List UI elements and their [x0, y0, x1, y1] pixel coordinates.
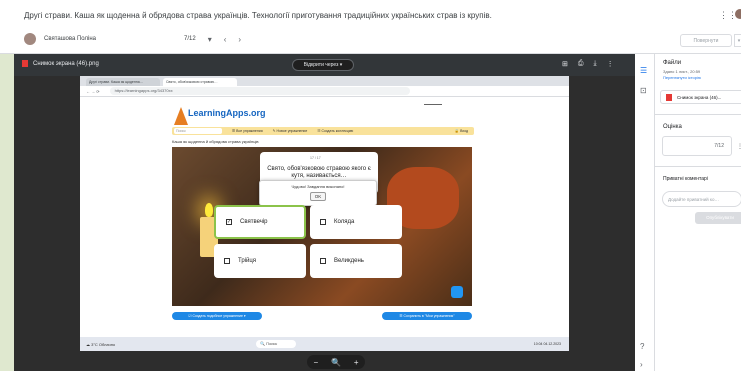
screenshot-image: Другі страви. Каша як щоденна… Свято, об…	[80, 76, 569, 351]
checkbox-icon: ✓	[226, 219, 232, 225]
browser-tab-active: Свято, обов'язковою стравою…	[163, 78, 237, 86]
history-link[interactable]: Переглянути історію	[663, 75, 701, 80]
open-with-button[interactable]: Відкрити через ▾	[292, 59, 354, 71]
taskbar-search: 🔍 Поиск	[256, 340, 296, 348]
popup-text: Чудово! Завдання виконано!	[291, 184, 345, 189]
help-icon[interactable]: ?	[640, 342, 644, 351]
divider	[655, 114, 741, 115]
activity-area: 17 / 17 Свято, обов'язковою стравою яког…	[172, 147, 472, 306]
grade-more-icon[interactable]: ⋮	[737, 143, 741, 150]
expand-icon[interactable]: ›	[640, 360, 643, 369]
viewer-file-title: Снимок экрана (46).png	[22, 60, 99, 67]
print-icon[interactable]: ⎙	[578, 60, 584, 68]
success-popup: Чудово! Завдання виконано! OK	[259, 180, 377, 206]
more-icon[interactable]: ⋮	[607, 60, 614, 68]
student-avatar	[24, 33, 36, 45]
menu-item: ✎ Новое упражнение	[272, 129, 308, 133]
image-file-icon	[22, 60, 28, 67]
student-name[interactable]: Святашова Поліна	[44, 36, 184, 42]
student-selector: Святашова Поліна 7/12 ▾ ‹ ›	[24, 32, 253, 46]
menu-item: ☷ Создать коллекцию	[317, 129, 354, 133]
answer-label: Коляда	[334, 219, 355, 225]
checkbox-icon	[320, 219, 326, 225]
info-tab-icon[interactable]: ⊡	[640, 86, 647, 95]
zoom-controls: − 🔍 +	[307, 355, 365, 369]
taskbar-weather: ☁ 3°C Облачно	[86, 341, 116, 347]
learningapps-page: LearningApps.org ▬▬▬▬▬▬ Поиск ☰ Все упра…	[80, 97, 569, 337]
checkbox-icon	[320, 258, 326, 264]
submission-counter: 7/12	[184, 36, 196, 42]
zoom-icon: 🔍	[331, 357, 341, 367]
return-button[interactable]: Повернути	[680, 34, 732, 47]
divider	[655, 166, 741, 167]
files-meta: Здано 1 лист., 20:59	[663, 69, 701, 74]
grade-input[interactable]: 7/12	[662, 136, 732, 156]
viewer-actions: ⊞ ⎙ ⤓ ⋮	[562, 60, 614, 68]
zoom-out-icon[interactable]: −	[313, 358, 318, 367]
files-tab-icon[interactable]: ☰	[640, 66, 647, 75]
taskbar-clock: 10:04 04.12.2023	[533, 342, 561, 346]
answer-option: Коляда	[310, 205, 402, 239]
attachment-chip[interactable]: Снимок экрана (46)...	[660, 90, 741, 104]
add-to-drive-icon[interactable]: ⊞	[562, 60, 568, 68]
activity-title: Каша як щоденна й обрядова страва україн…	[172, 139, 259, 144]
attachment-name: Снимок экрана (46)...	[677, 94, 722, 100]
top-bar: Другі страви. Каша як щоденна й обрядова…	[0, 0, 741, 54]
logo-mark-icon	[174, 107, 188, 125]
site-logo: LearningApps.org	[188, 108, 266, 118]
save-exercise-button: ☰ Сохранить в "Мои упражнения"	[382, 312, 472, 320]
student-dropdown-icon[interactable]: ▾	[208, 35, 212, 44]
answer-option: ✓ Святвечір	[214, 205, 306, 239]
file-viewer: Снимок экрана (46).png Відкрити через ▾ …	[14, 54, 635, 371]
url-text: https://learningapps.org/34370xx	[109, 87, 410, 95]
next-student-icon[interactable]: ›	[238, 35, 241, 44]
question-text: Свято, обов'язковою стравою якого є кутя…	[267, 166, 371, 179]
popup-ok-button: OK	[309, 192, 327, 201]
menu-item: 🔒 Вход	[454, 129, 468, 133]
windows-taskbar: ☁ 3°C Облачно 🔍 Поиск 10:04 04.12.2023	[80, 337, 569, 351]
comments-heading: Приватні коментарі	[663, 176, 708, 182]
viewer-header: Снимок экрана (46).png Відкрити через ▾ …	[14, 54, 635, 76]
private-comment-input[interactable]: Додайте приватний ко…	[662, 191, 741, 207]
question-number: 17 / 17	[310, 156, 321, 160]
answer-option: Великдень	[310, 244, 402, 278]
language-flags: ▬▬▬▬▬▬	[424, 102, 442, 106]
file-name: Снимок экрана (46).png	[33, 60, 99, 67]
grading-panel: Файли Здано 1 лист., 20:59 Переглянути і…	[655, 54, 741, 371]
image-file-icon	[666, 93, 672, 101]
return-dropdown-icon[interactable]: ▾	[734, 34, 741, 47]
menu-item: ☰ Все упражнения	[232, 129, 263, 133]
browser-nav-icons: ← → ⟳	[86, 88, 100, 94]
download-icon[interactable]: ⤓	[593, 60, 596, 68]
answer-label: Святвечір	[240, 219, 268, 225]
answer-option: Трійця	[214, 244, 306, 278]
browser-tab: Другі страви. Каша як щоденна…	[86, 78, 160, 86]
grade-heading: Оцінка	[663, 124, 682, 130]
account-avatar[interactable]	[735, 9, 741, 19]
next-arrow-icon	[451, 286, 463, 298]
zoom-in-icon[interactable]: +	[354, 358, 359, 367]
answer-label: Трійця	[238, 258, 257, 264]
answer-label: Великдень	[334, 258, 364, 264]
assignment-title: Другі страви. Каша як щоденна й обрядова…	[24, 11, 492, 20]
checkbox-icon	[224, 258, 230, 264]
site-menu: Поиск ☰ Все упражнения ✎ Новое упражнени…	[172, 127, 474, 135]
create-similar-button: ☑ Создать подобное упражнение ▾	[172, 312, 262, 320]
site-search: Поиск	[174, 128, 222, 134]
files-heading: Файли	[663, 60, 682, 66]
side-rail: ☰ ⊡ ? ›	[635, 54, 655, 371]
candle-flame	[205, 203, 213, 217]
post-comment-button[interactable]: Опублікувати	[695, 212, 741, 224]
browser-tabs: Другі страви. Каша як щоденна… Свято, об…	[80, 76, 569, 86]
browser-url-bar: ← → ⟳ https://learningapps.org/34370xx	[80, 86, 569, 97]
prev-student-icon[interactable]: ‹	[224, 35, 227, 44]
